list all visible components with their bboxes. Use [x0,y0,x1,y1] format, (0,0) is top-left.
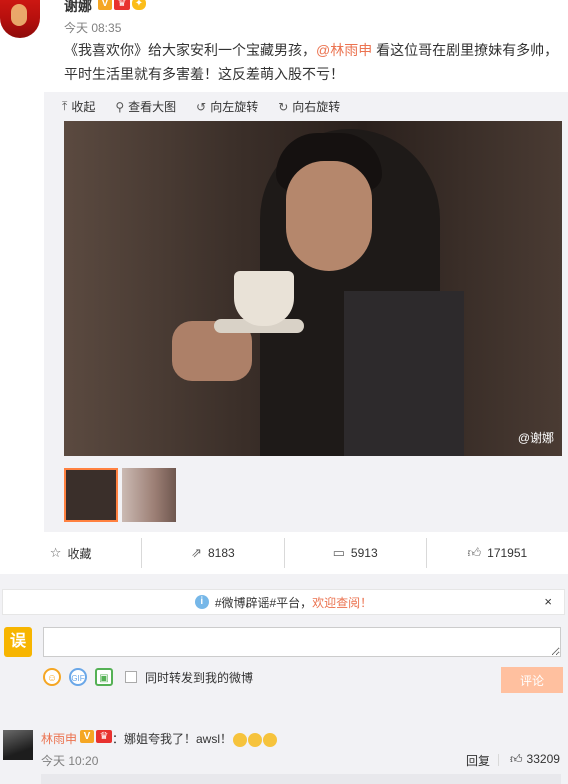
comment-item: 林雨申 V ♛ ：娜姐夸我了！awsl！ 今天 10:20 回复 👍︎ 3320… [0,722,568,784]
vip-crown-icon[interactable]: ♛ [114,0,130,10]
rotate-right-button[interactable]: ↻ 向右旋转 [278,98,340,115]
collapse-button[interactable]: ⤒ 收起 [62,98,95,115]
close-icon[interactable]: × [544,594,552,609]
smirk-emoji-icon [248,732,263,747]
rotate-right-label: 向右旋转 [292,100,341,114]
my-avatar: 误 [4,627,32,657]
comment-like-button[interactable]: 👍︎ 33209 [510,752,560,767]
mention-link[interactable]: @林雨申 [316,42,372,58]
gif-icon[interactable]: GIF [69,668,87,686]
share-icon: ⇗ [191,545,202,560]
view-large-label: 查看大图 [128,100,177,114]
image-icon[interactable]: ▣ [95,668,113,686]
photo-shirt [344,291,464,456]
repost-count: 8183 [207,546,235,560]
photo-teacup [234,271,294,326]
like-button[interactable]: 👍︎ 171951 [427,538,568,568]
rotate-right-icon: ↻ [278,99,289,114]
next-comment-preview [41,774,561,784]
verified-badge-icon[interactable]: V [80,730,94,743]
notice-prefix[interactable]: #微博辟谣#平台， [215,594,312,611]
rotate-left-icon: ↺ [196,99,207,114]
favorite-button[interactable]: ☆ 收藏 [0,538,143,568]
comment-area: i #微博辟谣#平台， 欢迎查阅！ × 误 ☺ GIF ▣ 同时转发到我的微博 … [0,574,568,784]
author-avatar[interactable] [0,0,40,38]
rotate-left-button[interactable]: ↺ 向左旋转 [196,98,258,115]
thumbs-up-icon: 👍︎ [467,545,482,560]
medal-icon[interactable]: ✦ [132,0,146,10]
thumbnail-strip [64,468,176,522]
verified-badge-icon[interactable]: V [98,0,112,10]
author-badges: V ♛ ✦ [98,0,146,10]
forward-checkbox[interactable] [125,671,137,683]
comment-button[interactable]: ▭ 5913 [285,538,427,568]
comment-input[interactable] [43,627,561,657]
thumbnail-1[interactable] [64,468,118,522]
media-panel: ⤒ 收起 ⚲ 查看大图 ↺ 向左旋转 ↻ 向右旋转 @谢娜 [44,92,568,532]
commenter-name[interactable]: 林雨申 [41,730,77,747]
comment-time: 今天 10:20 [41,754,99,768]
view-large-button[interactable]: ⚲ 查看大图 [115,98,176,115]
info-icon: i [194,595,209,609]
comment-count: 5913 [350,546,378,560]
forward-label: 同时转发到我的微博 [145,670,254,685]
post-photo[interactable]: @谢娜 [64,121,562,456]
comment-text-body: ：娜姐夸我了！awsl！ [112,732,233,746]
emoji-icon[interactable]: ☺ [43,668,61,686]
magnifier-icon: ⚲ [115,99,125,114]
comment-text: ：娜姐夸我了！awsl！ [112,730,278,747]
star-icon: ☆ [49,545,62,560]
collapse-label: 收起 [71,100,96,114]
comment-like-count: 33209 [526,752,560,766]
rumor-notice-bar: i #微博辟谣#平台， 欢迎查阅！ × [2,589,565,615]
commenter-avatar[interactable] [3,730,33,760]
photo-face [286,161,372,271]
post-text-part2: 看这位哥在剧里撩妹有多帅， [372,42,559,58]
post-header: 谢娜 V ♛ ✦ 今天 08:35 《我喜欢你》给大家安利一个宝藏男孩，@林雨申… [0,0,568,92]
vip-crown-icon[interactable]: ♛ [96,730,112,743]
divider [498,754,499,766]
media-toolbar: ⤒ 收起 ⚲ 查看大图 ↺ 向左旋转 ↻ 向右旋转 [62,98,340,115]
commenter-badges: V ♛ [80,730,112,743]
notice-link[interactable]: 欢迎查阅！ [312,594,372,611]
post-time[interactable]: 今天 08:35 [64,19,121,36]
post-text-part1: 《我喜欢你》给大家安利一个宝藏男孩， [64,42,316,58]
repost-button[interactable]: ⇗ 8183 [142,538,285,568]
rotate-left-label: 向左旋转 [210,100,259,114]
thumbs-up-icon: 👍︎ [510,752,523,766]
thumbnail-2[interactable] [122,468,176,522]
post-text: 《我喜欢你》给大家安利一个宝藏男孩，@林雨申 看这位哥在剧里撩妹有多帅， 平时生… [64,38,559,86]
comment-bubble-icon: ▭ [332,545,345,560]
collapse-up-icon: ⤒ [62,99,68,113]
smirk-emoji-icon [233,732,248,747]
photo-watermark: @谢娜 [517,431,554,445]
author-name[interactable]: 谢娜 [64,0,92,16]
post-text-line2: 平时生活里就有多害羞！这反差萌入股不亏！ [64,66,344,82]
reply-button[interactable]: 回复 [466,752,490,769]
favorite-label: 收藏 [67,546,92,561]
composer-tools: ☺ GIF ▣ 同时转发到我的微博 [43,668,253,686]
action-bar: ☆ 收藏 ⇗ 8183 ▭ 5913 👍︎ 171951 [0,538,568,568]
like-count: 171951 [487,546,528,560]
submit-comment-button[interactable]: 评论 [501,667,563,693]
smirk-emoji-icon [263,732,278,747]
